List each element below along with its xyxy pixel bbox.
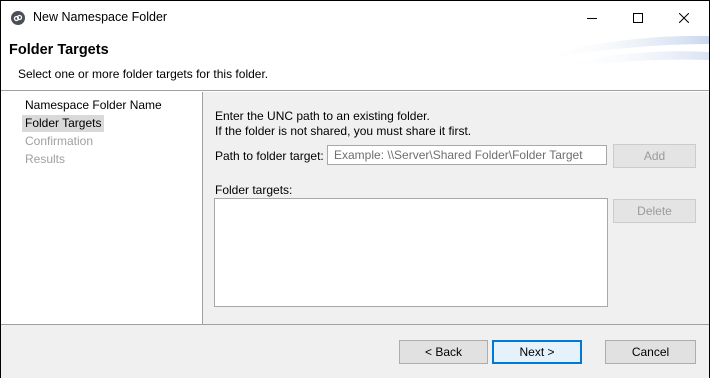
next-button[interactable]: Next > [492,340,582,364]
wizard-footer: < Back Next > Cancel [1,324,709,378]
minimize-icon [587,17,597,19]
path-label: Path to folder target: [215,149,324,163]
step-namespace-folder-name: Namespace Folder Name [25,98,162,112]
page-subtitle: Select one or more folder targets for th… [18,67,269,81]
window-title: New Namespace Folder [33,10,168,24]
wizard-header: Folder Targets Select one or more folder… [1,34,709,90]
instruction-text-2: If the folder is not shared, you must sh… [215,124,472,138]
minimize-button[interactable] [569,1,615,34]
folder-targets-label: Folder targets: [215,183,293,197]
wizard-steps-panel: Namespace Folder Name Folder Targets Con… [1,92,203,324]
app-icon [11,11,25,25]
maximize-icon [633,12,643,23]
header-divider [1,90,709,91]
header-banner-graphic [539,35,709,68]
content-panel: Enter the UNC path to an existing folder… [203,92,709,324]
delete-button[interactable]: Delete [613,199,696,223]
back-button[interactable]: < Back [399,340,488,364]
close-button[interactable] [661,1,707,34]
cancel-button[interactable]: Cancel [605,340,696,364]
instruction-text-1: Enter the UNC path to an existing folder… [215,109,430,123]
step-results: Results [25,152,66,166]
dialog-window: New Namespace Folder Folder Targets Sele… [0,0,710,378]
step-confirmation: Confirmation [25,134,94,148]
close-icon [679,12,689,23]
step-folder-targets: Folder Targets [22,115,105,132]
folder-targets-list[interactable] [214,198,608,307]
title-bar[interactable]: New Namespace Folder [1,1,709,34]
page-title: Folder Targets [9,42,109,58]
maximize-button[interactable] [615,1,661,34]
add-button[interactable]: Add [613,144,696,168]
path-input[interactable] [327,145,607,165]
